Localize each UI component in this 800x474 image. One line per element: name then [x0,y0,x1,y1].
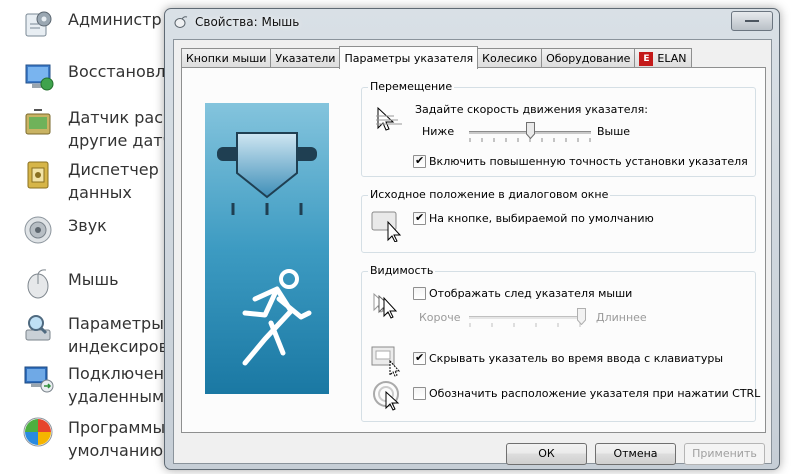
mouse-icon [174,16,188,28]
trails-slider-track[interactable] [469,316,581,319]
dialog-client-area: Кнопки мыши Указатели Параметры указател… [173,39,772,465]
tab-label: ELAN [657,52,687,65]
snap-to-label: На кнопке, выбираемой по умолчанию [429,212,654,225]
speed-slider-thumb[interactable] [525,122,535,139]
checkmark-icon: ✔ [415,154,425,167]
tab-pointer-options[interactable]: Параметры указателя [339,46,479,69]
motion-group: Перемещение Задайте скорость движения ук… [361,80,756,177]
snap-to-default-icon [371,211,402,242]
tab-strip: Кнопки мыши Указатели Параметры указател… [181,46,692,69]
pointer-trails-checkbox[interactable] [413,287,426,300]
tab-label: Указатели [275,52,336,65]
list-item-sound[interactable]: Звук [22,214,107,246]
list-item-sensors[interactable]: Датчик распо другие датчи [22,106,183,152]
show-location-checkbox[interactable] [413,387,426,400]
snap-to-checkbox[interactable]: ✔ [413,211,426,225]
speed-fast-label: Выше [597,125,631,138]
list-item-label: Звук [68,216,107,235]
show-location-icon [373,381,400,411]
pointer-trails-icon [373,292,398,319]
enhance-precision-checkbox[interactable]: ✔ [413,154,426,168]
visibility-group-title: Видимость [368,264,436,277]
hide-pointer-checkbox[interactable]: ✔ [413,351,426,365]
title-bar[interactable]: Свойства: Мышь [165,9,779,35]
dialog-title: Свойства: Мышь [195,15,300,29]
mouse-properties-dialog: Свойства: Мышь Кнопки мыши Указатели Пар… [164,8,780,470]
ok-button[interactable]: ОК [506,443,587,465]
checkmark-icon: ✔ [415,351,425,364]
tab-label: Колесико [482,52,538,65]
mouse-icon [27,269,49,299]
tab-elan[interactable]: E ELAN [634,48,692,68]
trails-short-label: Короче [419,311,461,324]
list-item-label: Администр [68,10,162,29]
default-programs-icon [23,417,53,447]
visibility-group: Видимость Отображать след указателя мыши… [361,264,760,422]
list-item-label: Восстановле [68,62,176,81]
admin-tools-icon [25,11,52,37]
pointer-speed-icon [376,106,402,131]
checkmark-icon: ✔ [415,211,425,224]
trails-long-label: Длиннее [596,311,647,324]
list-item-mouse[interactable]: Мышь [22,268,119,300]
motion-group-title: Перемещение [368,80,455,93]
apply-button[interactable]: Применить [684,443,765,465]
list-item-label: Подключени удаленным р [68,364,179,406]
trails-slider-ticks [469,323,581,327]
tab-buttons[interactable]: Кнопки мыши [181,48,272,68]
sound-icon [24,216,52,244]
list-item-credential-manager[interactable]: Диспетчер ус данных [22,158,182,204]
enhance-precision-label: Включить повышенную точность установки у… [429,155,748,168]
sensor-icon [25,109,51,135]
hide-pointer-icon [371,346,401,377]
speed-prompt: Задайте скорость движения указателя: [415,103,648,116]
tab-page: Перемещение Задайте скорость движения ук… [181,67,766,433]
list-item-remote-connection[interactable]: Подключени удаленным р [22,362,179,408]
cancel-button[interactable]: Отмена [595,443,676,465]
tab-label: Оборудование [546,52,631,65]
tab-label: Параметры указателя [344,51,474,65]
elan-logo-icon: E [639,51,654,66]
show-location-label: Обозначить расположение указателя при на… [429,387,761,400]
snap-to-group: Исходное положение в диалоговом окне ✔ Н… [361,188,756,253]
trails-slider-thumb[interactable] [576,308,586,325]
minimize-button[interactable] [731,11,773,31]
list-item-indexing[interactable]: Параметры индексирова [22,312,178,358]
tab-label: Кнопки мыши [186,52,267,65]
list-item-default-programs[interactable]: Программы п умолчанию [22,416,181,462]
hide-pointer-label: Скрывать указатель во время ввода с клав… [429,352,724,365]
indexing-icon [25,315,51,341]
pointer-trails-label: Отображать след указателя мыши [429,287,633,300]
list-item-label: Мышь [68,270,119,289]
list-item-label: Параметры индексирова [68,314,178,356]
snap-to-group-title: Исходное положение в диалоговом окне [368,188,611,201]
tab-wheel[interactable]: Колесико [477,48,543,68]
list-item-restore[interactable]: Восстановле [22,60,175,92]
list-item-admin-tools[interactable]: Администр [22,8,162,40]
tab-hardware[interactable]: Оборудование [541,48,636,68]
credential-manager-icon [27,161,49,189]
speed-slow-label: Ниже [422,125,455,138]
restore-icon [25,64,54,91]
remote-connection-icon [24,366,54,393]
pointer-options-illustration [205,103,329,394]
tab-pointers[interactable]: Указатели [270,48,341,68]
